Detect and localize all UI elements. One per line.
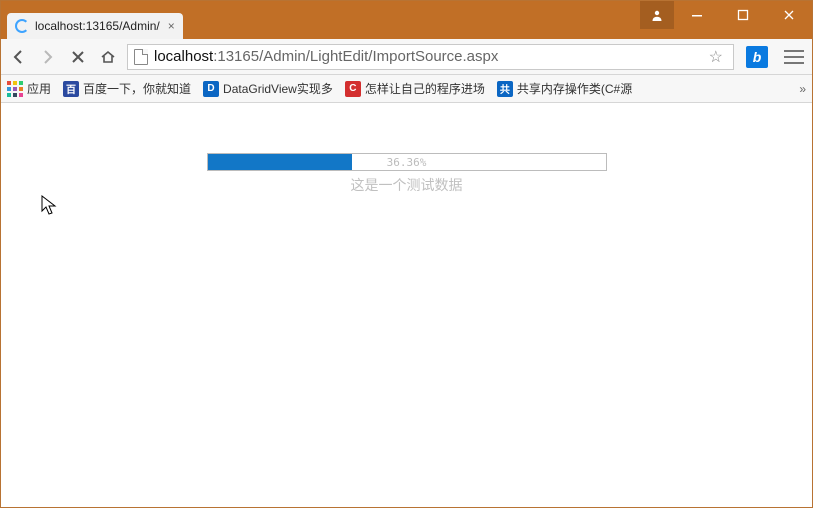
- arrow-right-icon: [39, 48, 57, 66]
- apps-label: 应用: [27, 80, 51, 97]
- close-icon: [783, 9, 795, 21]
- browser-toolbar: localhost:13165/Admin/LightEdit/ImportSo…: [1, 39, 812, 75]
- minimize-button[interactable]: [674, 1, 720, 29]
- minimize-icon: [691, 9, 703, 21]
- bookmark-item[interactable]: 百 百度一下，你就知道: [63, 80, 191, 97]
- menu-bar-icon: [784, 50, 804, 52]
- home-button[interactable]: [97, 46, 119, 68]
- bookmark-star-button[interactable]: ☆: [709, 47, 723, 67]
- progress-message: 这是一个测试数据: [207, 175, 607, 195]
- apps-grid-icon: [7, 81, 23, 97]
- home-icon: [100, 49, 116, 65]
- user-icon: [651, 9, 663, 21]
- browser-menu-button[interactable]: [782, 47, 806, 67]
- tab-title: localhost:13165/Admin/: [35, 19, 160, 33]
- maximize-button[interactable]: [720, 1, 766, 29]
- loading-spinner-icon: [15, 19, 29, 33]
- page-content: 36.36% 这是一个测试数据: [1, 103, 812, 507]
- arrow-left-icon: [9, 48, 27, 66]
- favicon-icon: D: [203, 81, 219, 97]
- page-icon: [134, 49, 148, 65]
- browser-tab[interactable]: localhost:13165/Admin/ ×: [7, 13, 183, 39]
- stop-icon: [71, 50, 85, 64]
- apps-shortcut[interactable]: 应用: [7, 80, 51, 97]
- url-path: :13165/Admin/LightEdit/ImportSource.aspx: [213, 48, 498, 65]
- tab-close-button[interactable]: ×: [168, 19, 175, 33]
- forward-button[interactable]: [37, 46, 59, 68]
- bookmarks-bar: 应用 百 百度一下，你就知道 D DataGridView实现多 C 怎样让自己…: [1, 75, 812, 103]
- favicon-icon: C: [345, 81, 361, 97]
- bookmarks-overflow-button[interactable]: »: [799, 82, 806, 96]
- bookmark-item[interactable]: D DataGridView实现多: [203, 80, 333, 97]
- bookmark-label: DataGridView实现多: [223, 80, 333, 97]
- menu-bar-icon: [784, 62, 804, 64]
- bookmark-label: 共享内存操作类(C#源: [517, 80, 632, 97]
- mouse-cursor-icon: [41, 195, 57, 217]
- bookmark-label: 怎样让自己的程序进场: [365, 80, 485, 97]
- stop-reload-button[interactable]: [67, 46, 89, 68]
- bookmark-label: 百度一下，你就知道: [83, 80, 191, 97]
- close-window-button[interactable]: [766, 1, 812, 29]
- bookmark-item[interactable]: C 怎样让自己的程序进场: [345, 80, 485, 97]
- favicon-icon: 共: [497, 81, 513, 97]
- extension-button[interactable]: b: [746, 46, 768, 68]
- address-bar[interactable]: localhost:13165/Admin/LightEdit/ImportSo…: [127, 44, 734, 70]
- bookmark-item[interactable]: 共 共享内存操作类(C#源: [497, 80, 632, 97]
- window-controls: [640, 1, 812, 29]
- progress-bar: 36.36%: [207, 153, 607, 171]
- window-titlebar: localhost:13165/Admin/ ×: [1, 1, 812, 39]
- user-profile-button[interactable]: [640, 1, 674, 29]
- back-button[interactable]: [7, 46, 29, 68]
- progress-container: 36.36% 这是一个测试数据: [207, 153, 607, 195]
- url-host: localhost: [154, 48, 213, 65]
- extension-glyph: b: [753, 49, 762, 65]
- progress-percent-label: 36.36%: [208, 154, 606, 170]
- tab-strip: localhost:13165/Admin/ ×: [1, 1, 183, 39]
- maximize-icon: [737, 9, 749, 21]
- favicon-icon: 百: [63, 81, 79, 97]
- menu-bar-icon: [784, 56, 804, 58]
